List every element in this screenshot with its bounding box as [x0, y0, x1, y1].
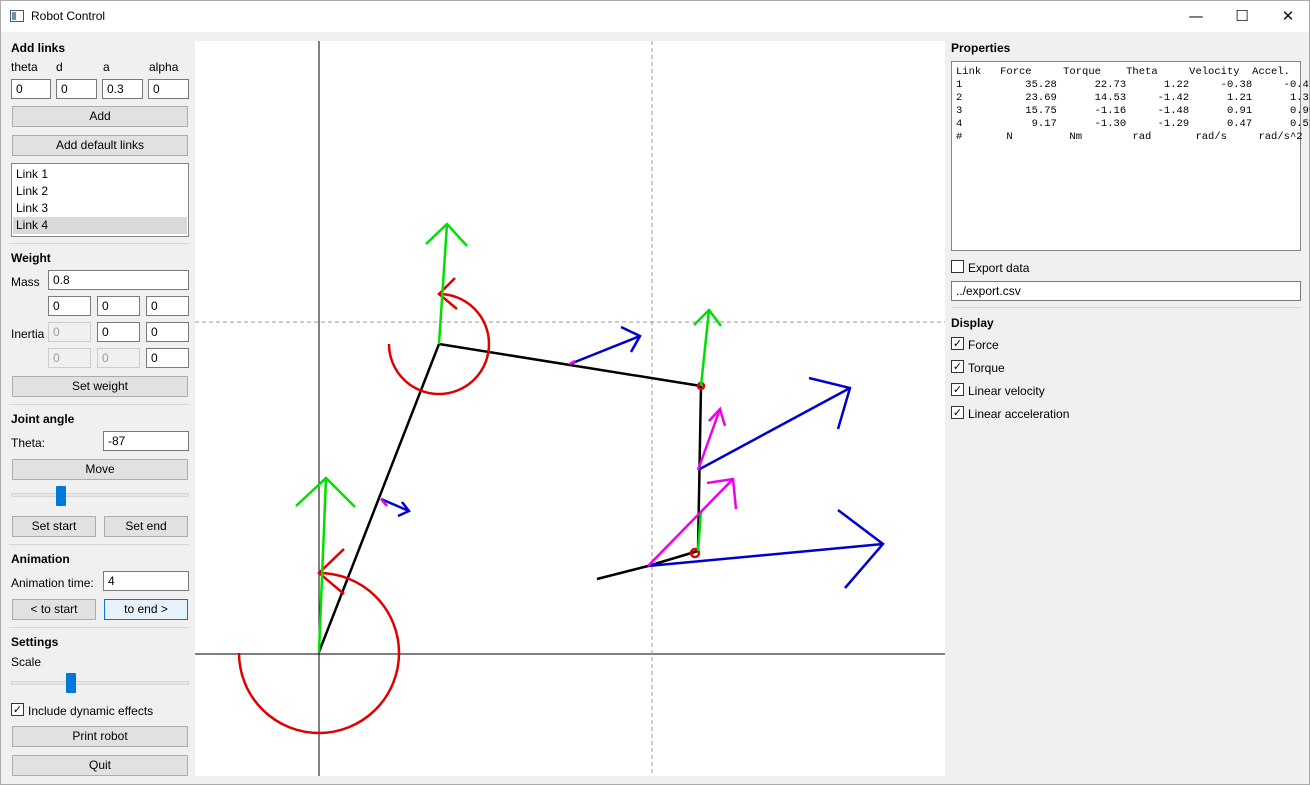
joint-angle-title: Joint angle: [11, 412, 75, 426]
scale-slider-handle[interactable]: [66, 673, 77, 693]
force-joint-2: [437, 223, 449, 345]
table-row: 4 9.17 -1.30 -1.29 0.47 0.51: [956, 118, 1310, 130]
links-list[interactable]: Link 1 Link 2 Link 3 Link 4: [11, 163, 189, 237]
inertia-yy-input[interactable]: 0: [97, 322, 140, 342]
inertia-xx-input[interactable]: 0: [48, 296, 91, 316]
quit-button[interactable]: Quit: [12, 755, 188, 776]
inertia-xy-input[interactable]: 0: [97, 296, 140, 316]
animation-title: Animation: [11, 552, 70, 566]
velocity-link-3-arrowhead: [808, 376, 852, 430]
scale-label: Scale: [11, 655, 42, 669]
properties-units: # N Nm rad rad/s rad/s^2: [956, 131, 1303, 143]
separator: [9, 544, 189, 545]
d-input[interactable]: 0: [56, 79, 97, 99]
velocity-arrows: [380, 325, 885, 589]
table-row: 2 23.69 14.53 -1.42 1.21 1.32: [956, 92, 1310, 104]
close-button[interactable]: ✕: [1265, 1, 1310, 32]
alpha-header: alpha: [149, 60, 179, 74]
force-arrows: [295, 222, 722, 653]
separator: [9, 243, 189, 244]
display-torque-label: Torque: [968, 361, 1005, 375]
separator: [9, 627, 189, 628]
inertia-yx-input: 0: [48, 322, 91, 342]
animation-time-label: Animation time:: [11, 576, 94, 590]
to-start-button[interactable]: < to start: [12, 599, 96, 620]
dynamic-effects-checkbox[interactable]: ✓: [11, 703, 24, 716]
velocity-link-4-arrowhead: [837, 509, 885, 589]
display-torque-checkbox[interactable]: ✓: [951, 360, 964, 373]
inertia-zz-input[interactable]: 0: [146, 348, 189, 368]
minimize-button[interactable]: —: [1173, 1, 1219, 32]
robot-canvas[interactable]: [195, 41, 945, 776]
maximize-button[interactable]: ☐: [1219, 1, 1265, 32]
table-row: 1 35.28 22.73 1.22 -0.38 -0.42: [956, 79, 1310, 91]
robot-drawing: [195, 41, 945, 776]
inertia-xz-input[interactable]: 0: [146, 296, 189, 316]
display-linear-acceleration-checkbox[interactable]: ✓: [951, 406, 964, 419]
list-item-link-2[interactable]: Link 2: [13, 183, 187, 200]
velocity-link-3: [697, 386, 851, 472]
acceleration-link-4-arrowhead: [706, 477, 738, 510]
link-2: [438, 342, 702, 388]
export-data-checkbox[interactable]: [951, 260, 964, 273]
set-end-button[interactable]: Set end: [104, 516, 188, 537]
mass-label: Mass: [11, 275, 40, 289]
robot-links: [317, 342, 703, 653]
display-linear-velocity-label: Linear velocity: [968, 384, 1045, 398]
inertia-zy-input: 0: [97, 348, 140, 368]
joint-angle-slider-track[interactable]: [11, 493, 189, 497]
weight-title: Weight: [11, 251, 51, 265]
d-header: d: [56, 60, 63, 74]
inertia-zx-input: 0: [48, 348, 91, 368]
export-data-label: Export data: [968, 261, 1030, 275]
export-path-input[interactable]: ../export.csv: [951, 281, 1301, 301]
theta-header: theta: [11, 60, 38, 74]
inertia-label: Inertia: [11, 327, 45, 341]
theta-label: Theta:: [11, 436, 46, 450]
a-header: a: [103, 60, 110, 74]
list-item-link-3[interactable]: Link 3: [13, 200, 187, 217]
joint-theta-input[interactable]: -87: [103, 431, 189, 451]
inertia-yz-input[interactable]: 0: [146, 322, 189, 342]
force-joint-3: [699, 309, 711, 387]
a-input[interactable]: 0.3: [102, 79, 143, 99]
robot-control-window: Robot Control — ☐ ✕ Add links theta d a …: [0, 0, 1310, 785]
add-link-button[interactable]: Add: [12, 106, 188, 127]
print-robot-button[interactable]: Print robot: [12, 726, 188, 747]
velocity-link-2: [569, 334, 641, 366]
display-force-label: Force: [968, 338, 999, 352]
acceleration-arrows: [380, 359, 738, 567]
add-links-title: Add links: [11, 41, 66, 55]
link-4-tail: [596, 564, 649, 581]
set-start-button[interactable]: Set start: [12, 516, 96, 537]
mass-input[interactable]: 0.8: [48, 270, 189, 290]
set-weight-button[interactable]: Set weight: [12, 376, 188, 397]
settings-title: Settings: [11, 635, 59, 649]
dynamic-effects-label: Include dynamic effects: [28, 704, 154, 718]
title-bar: Robot Control — ☐ ✕: [1, 1, 1309, 32]
separator: [9, 404, 189, 405]
joint-angle-slider-handle[interactable]: [56, 486, 67, 506]
theta-input[interactable]: 0: [11, 79, 51, 99]
properties-header: Link Force Torque Theta Velocity Accel.: [956, 66, 1290, 78]
add-default-links-button[interactable]: Add default links: [12, 135, 188, 156]
list-item-link-1[interactable]: Link 1: [13, 166, 187, 183]
properties-table[interactable]: Link Force Torque Theta Velocity Accel. 1…: [951, 61, 1310, 251]
window-title: Robot Control: [31, 9, 106, 23]
display-linear-acceleration-label: Linear acceleration: [968, 407, 1070, 421]
alpha-input[interactable]: 0: [148, 79, 189, 99]
app-icon: [10, 10, 24, 22]
scale-slider-track[interactable]: [11, 681, 189, 685]
table-row: 3 15.75 -1.16 -1.48 0.91 0.99: [956, 105, 1310, 117]
properties-title: Properties: [951, 41, 1011, 55]
move-button[interactable]: Move: [12, 459, 188, 480]
force-joint-1: [317, 477, 328, 653]
list-item-link-4[interactable]: Link 4: [13, 217, 187, 234]
display-force-checkbox[interactable]: ✓: [951, 337, 964, 350]
display-title: Display: [951, 316, 994, 330]
to-end-button[interactable]: to end >: [104, 599, 188, 620]
display-linear-velocity-checkbox[interactable]: ✓: [951, 383, 964, 396]
separator: [951, 307, 1301, 308]
animation-time-input[interactable]: 4: [103, 571, 189, 591]
